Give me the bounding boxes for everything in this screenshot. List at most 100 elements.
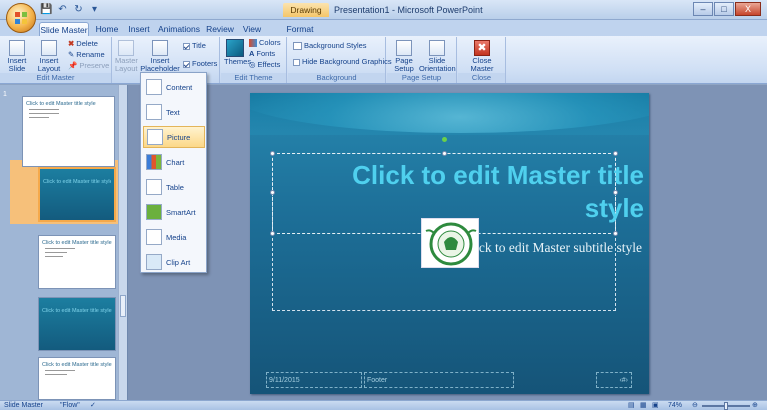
hide-background-label: Hide Background Graphics	[302, 57, 392, 66]
slide-orientation-icon	[429, 40, 445, 56]
customize-qat-icon[interactable]: ▾	[88, 3, 101, 16]
title-checkbox[interactable]: Title	[183, 41, 206, 51]
resize-handle-tr[interactable]	[613, 151, 618, 156]
tab-animations[interactable]: Animations	[157, 22, 201, 36]
rotation-handle[interactable]	[442, 137, 447, 142]
rename-button[interactable]: ✎ Rename	[68, 50, 105, 60]
menu-item-media[interactable]: Media	[143, 226, 205, 248]
tab-home[interactable]: Home	[92, 22, 122, 36]
themes-icon	[226, 39, 244, 57]
effects-icon: ◎	[249, 60, 256, 69]
menu-item-content[interactable]: Content	[143, 76, 205, 98]
footers-check-icon	[183, 60, 190, 68]
menu-item-table[interactable]: Table	[143, 176, 205, 198]
group-page-setup: Page Setup Slide Orientation Page Setup	[387, 37, 457, 83]
thumbnail-layout-content[interactable]: Click to edit Master title style	[38, 235, 116, 289]
insert-placeholder-icon	[152, 40, 168, 56]
thumbnails-scroll-thumb[interactable]	[120, 295, 126, 317]
minimize-button[interactable]: –	[693, 2, 713, 16]
zoom-out-icon[interactable]: ⊖	[692, 401, 698, 410]
hide-background-checkbox[interactable]: Hide Background Graphics	[293, 57, 392, 67]
save-icon[interactable]: 💾	[40, 3, 53, 16]
menu-item-chart[interactable]: Chart	[143, 151, 205, 173]
tab-insert[interactable]: Insert	[125, 22, 153, 36]
themes-label: Themes	[224, 57, 252, 66]
slide-orientation-label: Slide Orientation	[419, 56, 456, 73]
tab-slide-master[interactable]: Slide Master	[39, 22, 89, 36]
resize-handle-tc[interactable]	[442, 151, 447, 156]
page-number-placeholder[interactable]: ‹#›	[596, 372, 632, 388]
slideshow-icon[interactable]: ▣	[652, 401, 659, 410]
edit-theme-group-label: Edit Theme	[221, 73, 286, 83]
undo-icon[interactable]: ↶	[56, 3, 69, 16]
menu-item-smartart[interactable]: SmartArt	[143, 201, 205, 223]
date-placeholder[interactable]: 9/11/2015	[266, 372, 362, 388]
close-window-button[interactable]: X	[735, 2, 761, 16]
thumbnail-lines	[45, 248, 75, 260]
effects-button[interactable]: ◎ Effects	[249, 60, 280, 70]
slide-orientation-button[interactable]: Slide Orientation	[419, 40, 456, 73]
menu-item-clip-art[interactable]: Clip Art	[143, 251, 205, 273]
resize-handle-tl[interactable]	[270, 151, 275, 156]
menu-item-label: Chart	[166, 157, 185, 167]
normal-view-icon[interactable]: ▤	[628, 401, 635, 410]
insert-layout-button[interactable]: Insert Layout	[36, 40, 62, 73]
status-bar: Slide Master "Flow" ✓ ▤ ▦ ▣ 74% ⊖ ⊕	[0, 400, 767, 410]
preserve-button[interactable]: 📌 Preserve	[68, 61, 109, 71]
tab-review[interactable]: Review	[205, 22, 235, 36]
delete-button[interactable]: ✖ Delete	[68, 39, 98, 49]
tab-format[interactable]: Format	[285, 22, 315, 36]
thumbnail-title: Click to edit Master title style	[42, 240, 112, 246]
thumbnail-layout-section[interactable]: Click to edit Master title style	[38, 297, 116, 351]
background-styles-label: Background Styles	[304, 41, 367, 50]
resize-handle-br[interactable]	[613, 231, 618, 236]
title-check-icon	[183, 42, 190, 50]
table-icon	[146, 179, 162, 195]
inserted-logo-picture[interactable]	[421, 218, 479, 268]
office-button[interactable]	[6, 3, 36, 33]
group-close: ✖ Close Master View Close	[458, 37, 506, 83]
resize-handle-bl[interactable]	[270, 231, 275, 236]
zoom-slider-knob[interactable]	[724, 402, 728, 410]
zoom-level[interactable]: 74%	[668, 401, 682, 410]
office-logo-icon	[15, 12, 27, 24]
page-setup-button[interactable]: Page Setup	[390, 40, 418, 73]
group-edit-master: Insert Slide Master Insert Layout ✖ Dele…	[0, 37, 112, 83]
master-layout-button[interactable]: Master Layout	[115, 40, 138, 73]
spellcheck-icon[interactable]: ✓	[90, 401, 96, 410]
master-title-line2: style	[584, 193, 644, 223]
tab-view[interactable]: View	[240, 22, 264, 36]
thumbnail-layout-two-content[interactable]: Click to edit Master title style	[38, 357, 116, 400]
clipart-icon	[146, 254, 162, 270]
menu-item-label: Text	[166, 107, 180, 117]
fonts-button[interactable]: A Fonts	[249, 49, 275, 59]
title-checkbox-label: Title	[192, 41, 206, 50]
close-master-view-icon: ✖	[474, 40, 490, 56]
ribbon: Insert Slide Master Insert Layout ✖ Dele…	[0, 36, 767, 84]
thumbnail-slide-master[interactable]: Click to edit Master title style	[22, 96, 115, 167]
menu-item-text[interactable]: Text	[143, 101, 205, 123]
thumbnail-title: Click to edit Master title style	[43, 179, 111, 185]
menu-item-picture[interactable]: Picture	[143, 126, 205, 148]
slide-sorter-icon[interactable]: ▦	[640, 401, 647, 410]
window-controls: – □ X	[693, 2, 761, 16]
thumbnail-layout-title[interactable]: Click to edit Master title style	[38, 167, 116, 222]
insert-placeholder-button[interactable]: Insert Placeholder	[139, 40, 181, 73]
maximize-button[interactable]: □	[714, 2, 734, 16]
zoom-in-icon[interactable]: ⊕	[752, 401, 758, 410]
redo-icon[interactable]: ↻	[72, 3, 85, 16]
insert-placeholder-menu: Content Text Picture Chart Table SmartAr…	[140, 72, 207, 273]
colors-button[interactable]: Colors	[249, 38, 281, 48]
background-styles-button[interactable]: Background Styles	[293, 41, 367, 51]
slide-master-canvas[interactable]: Click to edit Master title style Click t…	[250, 93, 649, 394]
footers-checkbox[interactable]: Footers	[183, 59, 217, 69]
themes-button[interactable]: Themes	[224, 39, 251, 66]
delete-icon: ✖	[68, 39, 75, 48]
menu-item-label: SmartArt	[166, 207, 196, 217]
text-icon	[146, 104, 162, 120]
drawing-tools-context: Drawing Tools	[283, 3, 329, 29]
footer-placeholder[interactable]: Footer	[364, 372, 514, 388]
thumbnails-scrollbar[interactable]	[118, 85, 127, 400]
colors-icon	[249, 39, 257, 47]
rename-label: Rename	[76, 50, 105, 59]
